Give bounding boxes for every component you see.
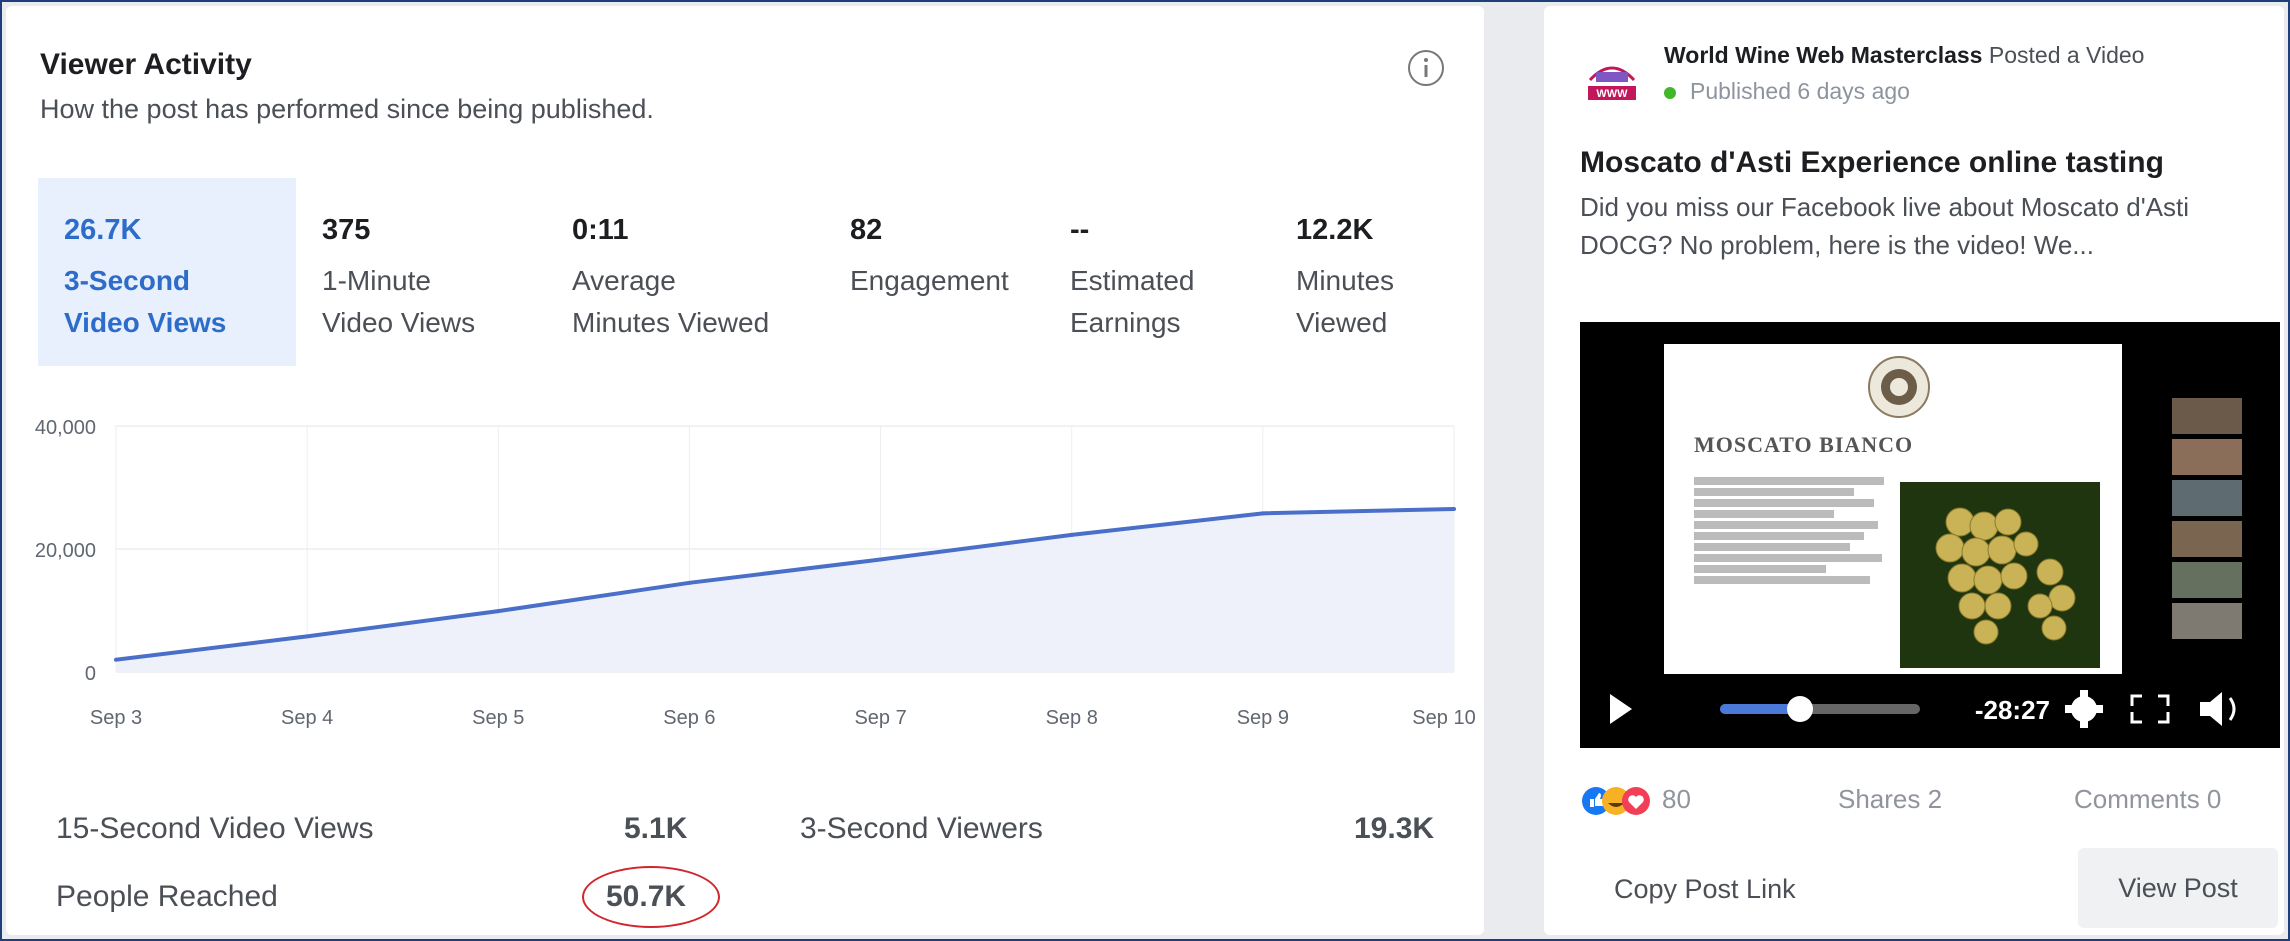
fifteen-second-views-value: 5.1K: [624, 812, 688, 845]
slide-heading: MOSCATO BIANCO: [1694, 432, 1914, 457]
tab-1-minute-video-views[interactable]: 375 1-Minute Video Views: [296, 178, 546, 366]
copy-post-link-button[interactable]: Copy Post Link: [1614, 874, 1796, 905]
tab-average-minutes-viewed[interactable]: 0:11 Average Minutes Viewed: [546, 178, 826, 366]
webcam-tile: [2172, 521, 2242, 557]
webcam-tile: [2172, 439, 2242, 475]
tab-3-second-video-views[interactable]: 26.7K 3-Second Video Views: [38, 178, 296, 366]
webcam-tile: [2172, 562, 2242, 598]
svg-text:WWW: WWW: [1596, 88, 1628, 100]
x-tick-label: Sep 5: [472, 707, 524, 729]
post-description: Did you miss our Facebook live about Mos…: [1580, 192, 2190, 260]
tab-minutes-viewed[interactable]: 12.2K Minutes Viewed: [1270, 178, 1470, 366]
three-second-viewers-label: 3-Second Viewers: [800, 812, 1043, 845]
video-frame-slide: MOSCATO BIANCO: [1664, 344, 2122, 674]
y-tick-label: 40,000: [35, 417, 96, 439]
views-area-chart: 40,000 20,000 0 Sep 3 Sep 4 Sep 5 Sep 6 Sep 7 Se…: [35, 417, 1476, 729]
page-name-link[interactable]: World Wine Web Masterclass: [1664, 42, 1982, 68]
tab-label: Average Minutes Viewed: [572, 265, 770, 338]
three-second-viewers-value: 19.3K: [1354, 812, 1435, 845]
panel-subtitle: How the post has performed since being p…: [40, 94, 654, 124]
tab-label: Estimated Earnings: [1070, 265, 1195, 338]
x-tick-label: Sep 6: [663, 707, 715, 729]
tab-value: 82: [850, 214, 883, 246]
post-header: World Wine Web Masterclass Posted a Vide…: [1664, 42, 2144, 69]
series-area-fill: [116, 509, 1454, 672]
data-point: [878, 557, 883, 562]
tab-label: 3-Second Video Views: [64, 265, 227, 338]
reactions-summary[interactable]: 80: [1580, 784, 1691, 817]
video-controls: -28:27: [1580, 676, 2280, 748]
tab-engagement[interactable]: 82 Engagement: [824, 178, 1044, 366]
time-remaining: -28:27: [1975, 695, 2050, 725]
view-post-button[interactable]: View Post: [2078, 848, 2278, 928]
page-logo[interactable]: WWW: [1580, 50, 1644, 110]
slide-bullets: [1694, 474, 1894, 587]
tab-value: 375: [322, 214, 371, 246]
tab-value: 0:11: [572, 214, 629, 246]
data-point: [496, 609, 501, 614]
data-point: [1452, 507, 1456, 512]
tab-label: Engagement: [850, 265, 1009, 296]
data-point: [687, 580, 692, 585]
x-tick-label: Sep 9: [1237, 707, 1289, 729]
data-point: [1260, 511, 1265, 516]
published-status: Published 6 days ago: [1664, 78, 1910, 105]
shares-count[interactable]: Shares 2: [1838, 784, 1942, 815]
y-tick-label: 20,000: [35, 540, 96, 562]
webcam-thumbnails: [2172, 398, 2242, 644]
data-point: [305, 634, 310, 639]
panel-title: Viewer Activity: [40, 48, 252, 81]
highlight-annotation-oval: [582, 866, 720, 928]
info-icon[interactable]: [1406, 48, 1446, 88]
tab-value: 26.7K: [64, 214, 142, 246]
seal-emblem: [1868, 356, 1930, 418]
tab-label: 1-Minute Video Views: [322, 265, 476, 338]
tab-estimated-earnings[interactable]: -- Estimated Earnings: [1044, 178, 1274, 366]
x-tick-label: Sep 10: [1412, 707, 1475, 729]
viewer-activity-panel: Viewer Activity How the post has perform…: [6, 6, 1484, 935]
webcam-tile: [2172, 603, 2242, 639]
fifteen-second-views-label: 15-Second Video Views: [56, 812, 374, 845]
post-preview-panel: WWW World Wine Web Masterclass Posted a …: [1544, 6, 2284, 935]
y-tick-label: 0: [85, 663, 96, 685]
x-tick-label: Sep 3: [90, 707, 142, 729]
webcam-tile: [2172, 480, 2242, 516]
data-point: [1069, 532, 1074, 537]
webcam-tile: [2172, 398, 2242, 434]
grapes-photo: [1900, 482, 2100, 668]
tab-value: --: [1070, 214, 1090, 246]
x-tick-label: Sep 8: [1046, 707, 1098, 729]
seek-bar-handle[interactable]: [1787, 696, 1813, 722]
status-dot-icon: [1664, 86, 1676, 99]
x-tick-label: Sep 7: [854, 707, 906, 729]
tab-label: Minutes Viewed: [1296, 265, 1395, 338]
post-action: Posted a Video: [1988, 42, 2145, 68]
post-title: Moscato d'Asti Experience online tasting: [1580, 146, 2164, 179]
x-tick-label: Sep 4: [281, 707, 333, 729]
data-point: [114, 657, 118, 662]
video-player[interactable]: MOSCATO BIANCO -28:27: [1580, 322, 2280, 748]
comments-count[interactable]: Comments 0: [2074, 784, 2221, 815]
people-reached-label: People Reached: [56, 880, 278, 913]
tab-value: 12.2K: [1296, 214, 1374, 246]
published-time: Published 6 days ago: [1690, 78, 1910, 104]
reaction-count: 80: [1662, 784, 1691, 814]
